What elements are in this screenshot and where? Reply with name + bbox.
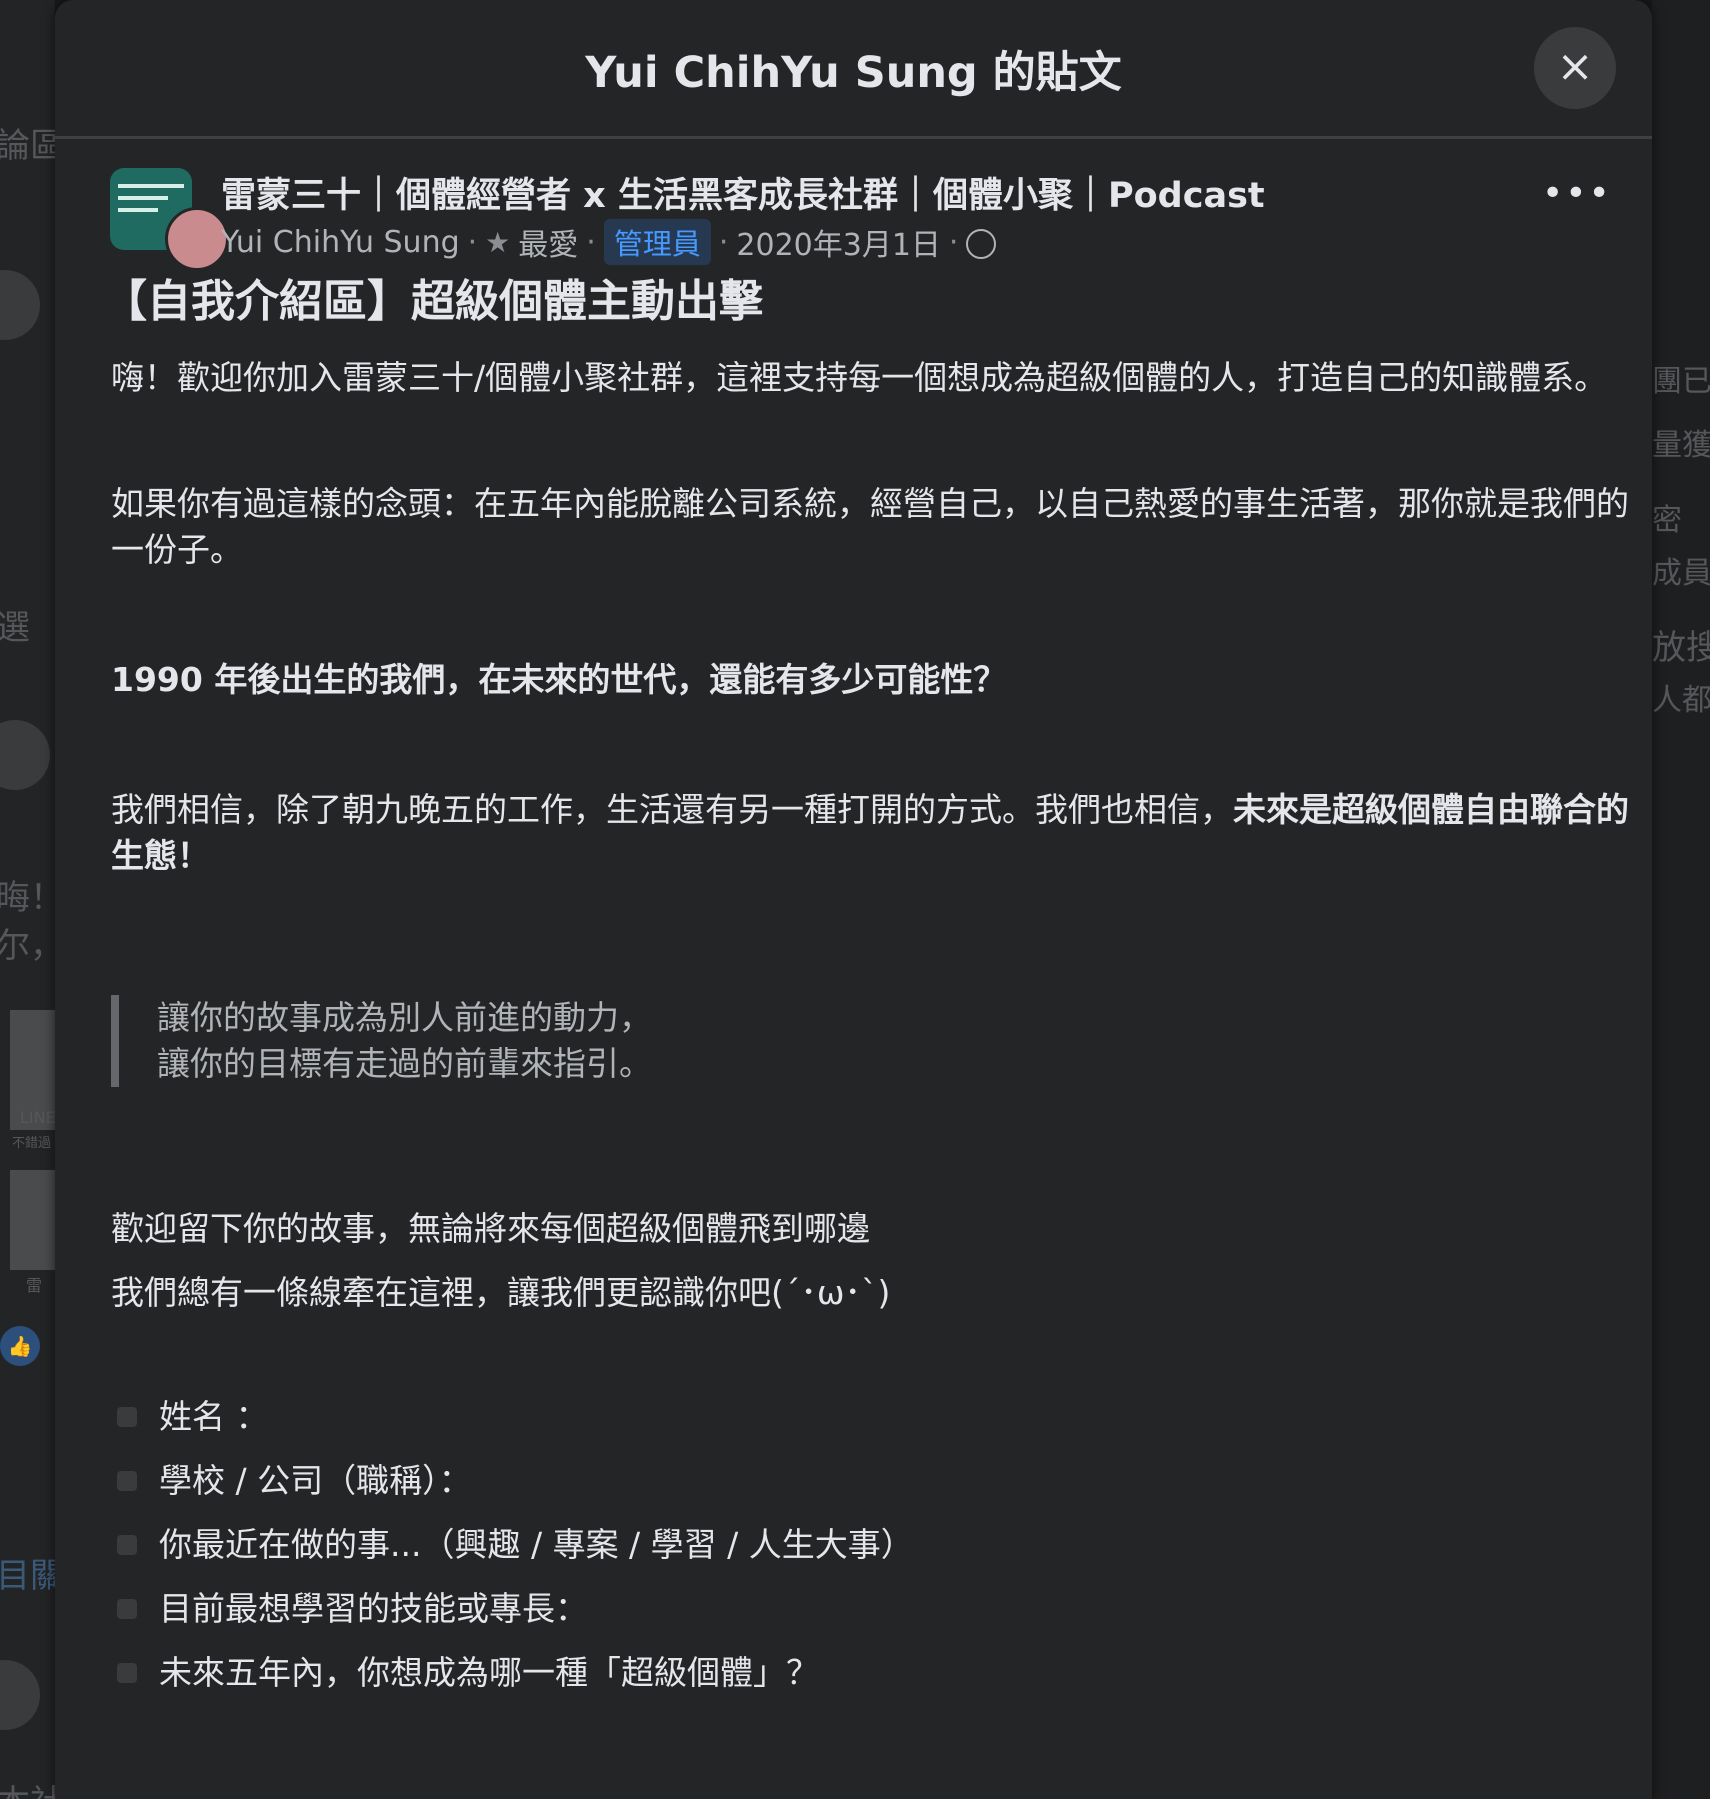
- like-icon: 👍: [0, 1326, 40, 1366]
- post-date-link[interactable]: 2020年3月1日: [736, 220, 941, 264]
- background-text: 密: [1652, 503, 1682, 538]
- list-item-text: 你最近在做的事...（興趣 / 專案 / 學習 / 人生大事）: [159, 1525, 914, 1564]
- list-item-text: 目前最想學習的技能或專長：: [159, 1589, 588, 1628]
- list-item: 姓名 ：: [117, 1385, 1624, 1449]
- more-options-button[interactable]: •••: [1542, 169, 1610, 229]
- background-text: 晦！: [0, 878, 55, 918]
- list-item-text: 學校 / 公司（職稱）：: [159, 1461, 472, 1500]
- list-item: 你最近在做的事...（興趣 / 專案 / 學習 / 人生大事）: [117, 1513, 1624, 1577]
- list-item: 學校 / 公司（職稱）：: [117, 1449, 1624, 1513]
- background-text: 本社: [0, 1775, 55, 1799]
- star-icon: ★: [485, 225, 511, 259]
- list-item: 目前最想學習的技能或專長：: [117, 1577, 1624, 1641]
- avatar[interactable]: [165, 207, 229, 271]
- author-name-link[interactable]: Yui ChihYu Sung: [221, 225, 460, 260]
- background-text: 團已: [1652, 364, 1710, 399]
- bullet-icon: [117, 1471, 137, 1491]
- group-name-link[interactable]: 雷蒙三十｜個體經營者 x 生活黑客成長社群｜個體小聚｜Podcast: [221, 167, 1265, 218]
- post-paragraph: 我們相信，除了朝九晚五的工作，生活還有另一種打開的方式。我們也相信，未來是超級個…: [111, 787, 1652, 879]
- question-list: 姓名 ： 學校 / 公司（職稱）： 你最近在做的事...（興趣 / 專案 / 學…: [117, 1385, 1624, 1705]
- background-qr-code: [10, 1170, 55, 1270]
- close-icon: ×: [1556, 41, 1594, 92]
- background-text: 雷: [26, 1276, 43, 1295]
- post-body: 雷蒙三十｜個體經營者 x 生活黑客成長社群｜個體小聚｜Podcast Yui C…: [55, 139, 1652, 1705]
- admin-badge: 管理員: [603, 219, 711, 265]
- background-text: LINE: [20, 1108, 55, 1127]
- post-paragraph: 嗨！歡迎你加入雷蒙三十/個體小聚社群，這裡支持每一個想成為超級個體的人，打造自己…: [111, 358, 1608, 397]
- post-paragraph-bold: 1990 年後出生的我們，在未來的世代，還能有多少可能性？: [111, 660, 1007, 699]
- background-text: 尔，: [0, 926, 55, 966]
- background-left-panel: 論區 選 晦！ 尔， LINE 不錯過 雷 👍 目關 本社: [0, 0, 55, 1799]
- bullet-icon: [117, 1599, 137, 1619]
- bullet-icon: [117, 1535, 137, 1555]
- background-text: 不錯過: [12, 1136, 52, 1151]
- background-avatar: [0, 1660, 40, 1730]
- background-avatar: [0, 720, 50, 790]
- meta-separator: ·: [718, 224, 729, 260]
- post-paragraph: 如果你有過這樣的念頭：在五年內能脫離公司系統，經營自己，以自己熱愛的事生活著，那…: [111, 484, 1629, 569]
- more-icon: •••: [1542, 173, 1612, 214]
- meta-separator: ·: [467, 224, 478, 260]
- close-button[interactable]: ×: [1534, 27, 1616, 109]
- background-text: 放搜: [1652, 628, 1710, 668]
- background-text: 選: [0, 608, 30, 648]
- post-dialog: Yui ChihYu Sung 的貼文 × 雷蒙三十｜個體經營者 x 生活黑客成…: [55, 0, 1652, 1799]
- background-text: 目關: [0, 1556, 55, 1596]
- background-text: 人都: [1652, 683, 1710, 718]
- list-item-text: 未來五年內，你想成為哪一種「超級個體」？: [159, 1653, 819, 1692]
- meta-separator: ·: [948, 224, 959, 260]
- quote-line: 讓你的目標有走過的前輩來指引。: [157, 1044, 652, 1083]
- paragraph-line: 歡迎留下你的故事，無論將來每個超級個體飛到哪邊: [111, 1209, 870, 1248]
- privacy-group-icon[interactable]: [966, 229, 997, 259]
- background-avatar: [0, 270, 40, 340]
- favorite-label: 最愛: [518, 228, 579, 263]
- quote-line: 讓你的故事成為別人前進的動力，: [157, 998, 652, 1037]
- dialog-header: Yui ChihYu Sung 的貼文 ×: [55, 0, 1652, 139]
- list-item-text: 姓名 ：: [159, 1397, 269, 1436]
- blockquote: 讓你的故事成為別人前進的動力， 讓你的目標有走過的前輩來指引。: [111, 995, 1557, 1087]
- bullet-icon: [117, 1407, 137, 1427]
- background-right-panel: 團已 量獲 密 成員 放搜 人都: [1652, 0, 1710, 1799]
- list-item: 未來五年內，你想成為哪一種「超級個體」？: [117, 1641, 1624, 1705]
- post-paragraph: 歡迎留下你的故事，無論將來每個超級個體飛到哪邊 我們總有一條線牽在這裡，讓我們更…: [111, 1197, 1652, 1325]
- post-meta: Yui ChihYu Sung · ★ 最愛 · 管理員 · 2020年3月1日…: [221, 219, 997, 265]
- dialog-title: Yui ChihYu Sung 的貼文: [585, 48, 1122, 98]
- meta-separator: ·: [586, 224, 596, 260]
- post-author-row: 雷蒙三十｜個體經營者 x 生活黑客成長社群｜個體小聚｜Podcast Yui C…: [83, 139, 1624, 271]
- background-text: 論區: [0, 126, 55, 166]
- bullet-icon: [117, 1663, 137, 1683]
- paragraph-line: 我們總有一條線牽在這裡，讓我們更認識你吧(´･ω･`): [111, 1273, 891, 1312]
- paragraph-text: 我們相信，除了朝九晚五的工作，生活還有另一種打開的方式。我們也相信，: [111, 790, 1233, 829]
- background-text: 成員: [1652, 556, 1710, 591]
- background-text: 量獲: [1652, 428, 1710, 463]
- post-title: 【自我介紹區】超級個體主動出擊: [103, 276, 763, 327]
